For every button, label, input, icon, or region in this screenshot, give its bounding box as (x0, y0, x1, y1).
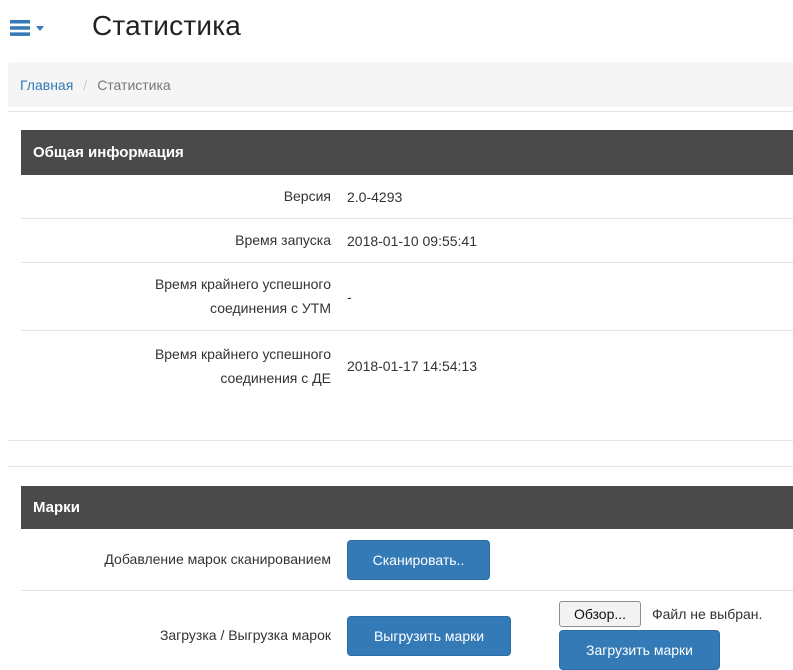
info-label-line: Время крайнего успешного (154, 276, 331, 292)
export-marks-button[interactable]: Выгрузить марки (347, 616, 511, 656)
general-info-heading: Общая информация (21, 130, 793, 175)
marks-heading: Марки (21, 486, 793, 529)
divider (8, 111, 793, 112)
divider (8, 440, 793, 441)
page-title: Статистика (92, 10, 242, 41)
info-label-line: соединения с УТМ (210, 300, 331, 316)
marks-heading-text: Марки (33, 499, 80, 516)
marks-transfer-label: Загрузка / Выгрузка марок (159, 626, 331, 643)
breadcrumb: Главная / Статистика (8, 62, 793, 107)
info-row-utm-connection: Время крайнего успешного соединения с УТ… (21, 263, 793, 331)
breadcrumb-separator: / (83, 76, 88, 93)
info-label-line: Время крайнего успешного (154, 345, 331, 362)
menu-toggle-button[interactable] (10, 14, 70, 42)
browse-file-button[interactable]: Обзор... (559, 601, 641, 627)
marks-row-scan: Добавление марок сканированием Сканирова… (21, 529, 793, 591)
info-label: Время крайнего успешного соединения с УТ… (21, 275, 339, 318)
info-value: 2018-01-10 09:55:41 (347, 232, 477, 249)
divider (8, 466, 793, 467)
info-label-line: соединения с ДЕ (220, 369, 331, 386)
info-row-version: Версия 2.0-4293 (21, 175, 793, 219)
file-status-text: Файл не выбран. (652, 606, 763, 622)
info-row-de-connection: Время крайнего успешного соединения с ДЕ… (21, 331, 793, 401)
info-value: 2.0-4293 (347, 188, 403, 205)
caret-down-icon (36, 25, 44, 31)
info-row-start-time: Время запуска 2018-01-10 09:55:41 (21, 219, 793, 263)
general-info-heading-text: Общая информация (33, 144, 184, 161)
info-label: Время крайнего успешного соединения с ДЕ (21, 345, 339, 388)
marks-scan-label: Добавление марок сканированием (104, 551, 331, 567)
info-value: - (347, 288, 352, 305)
import-marks-button[interactable]: Загрузить марки (559, 630, 720, 670)
info-label: Время запуска (235, 232, 331, 248)
info-label: Версия (283, 188, 331, 204)
breadcrumb-current: Статистика (97, 76, 171, 93)
breadcrumb-home-link[interactable]: Главная (20, 77, 73, 93)
hamburger-icon (10, 20, 30, 36)
page-header: Статистика (0, 0, 793, 58)
scan-button[interactable]: Сканировать.. (347, 539, 490, 580)
marks-scan-cell: Сканировать.. (339, 539, 490, 580)
info-value: 2018-01-17 14:54:13 (347, 358, 477, 374)
